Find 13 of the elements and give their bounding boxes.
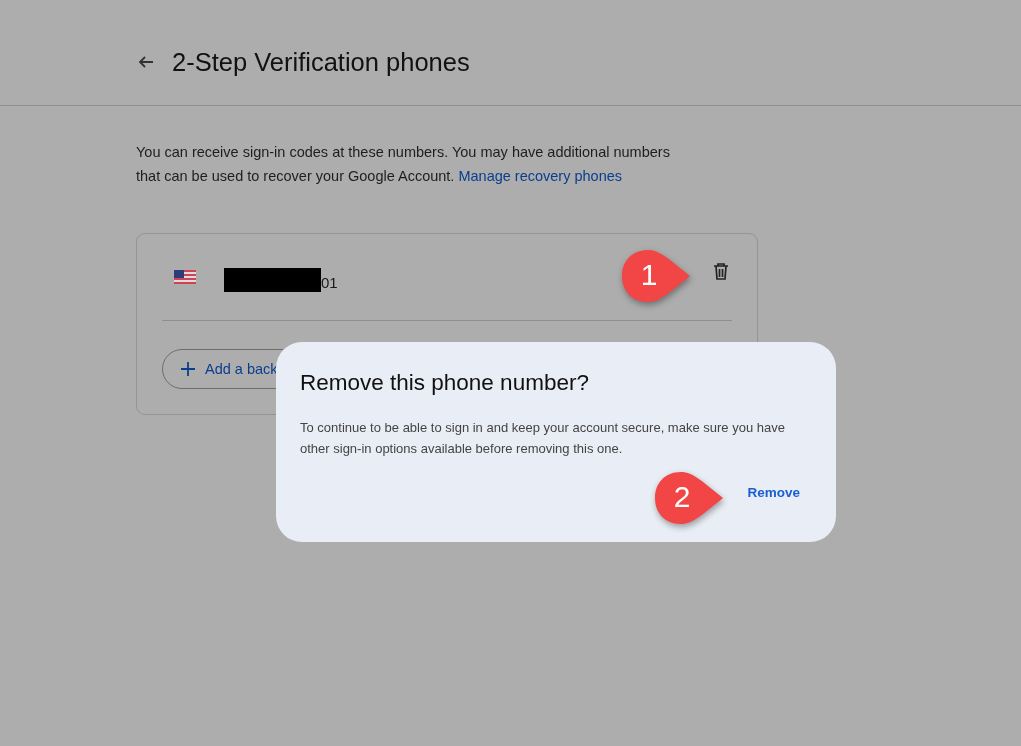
dialog-text: To continue to be able to sign in and keep your account secure, make sure you have other sign-in options available before removing this one. xyxy=(300,419,786,458)
phone-number: 01 xyxy=(321,274,338,292)
dialog-title: Remove this phone number? xyxy=(300,369,590,397)
step-number: 2 xyxy=(672,480,692,514)
back-arrow-icon xyxy=(137,54,155,70)
trash-icon xyxy=(712,261,730,281)
flag-icon xyxy=(174,270,196,284)
page-title: 2-Step Verification phones xyxy=(172,47,470,78)
step-number: 1 xyxy=(639,258,659,292)
plus-icon xyxy=(181,362,195,376)
manage-recovery-phones-link[interactable]: Manage recovery phones xyxy=(458,168,623,184)
intro-text: You can receive sign-in codes at these numbers. You may have additional numbers that can be used to recover your Google Account. Manage recovery phones xyxy=(136,143,671,186)
remove-button[interactable]: Remove xyxy=(735,479,812,506)
